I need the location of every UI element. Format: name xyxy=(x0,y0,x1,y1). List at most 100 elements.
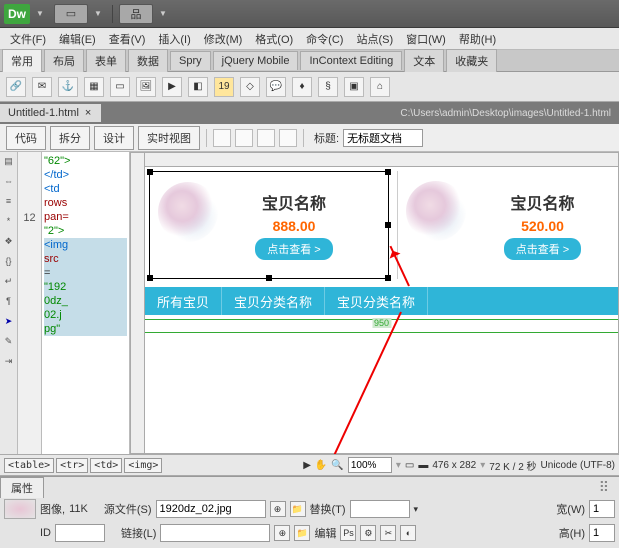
menu-edit[interactable]: 编辑(E) xyxy=(53,29,102,49)
line-numbers-icon[interactable]: ❖ xyxy=(2,234,16,248)
document-toolbar: 代码 拆分 设计 实时视图 标题: xyxy=(0,124,619,152)
tag-icon[interactable]: ⌂ xyxy=(370,77,390,97)
div-icon[interactable]: ▭ xyxy=(110,77,130,97)
chevron-down-icon[interactable]: ▼ xyxy=(159,9,171,18)
viewport-icon[interactable]: ▭ xyxy=(405,460,414,471)
menu-window[interactable]: 窗口(W) xyxy=(400,29,452,49)
menu-help[interactable]: 帮助(H) xyxy=(453,29,502,49)
table-icon[interactable]: ▦ xyxy=(84,77,104,97)
zoom-icon[interactable]: 🔍 xyxy=(331,460,343,471)
menu-file[interactable]: 文件(F) xyxy=(4,29,52,49)
templates-icon[interactable]: ▣ xyxy=(344,77,364,97)
email-icon[interactable]: ✉ xyxy=(32,77,52,97)
browse-folder-icon[interactable]: 📁 xyxy=(294,525,310,541)
highlight-icon[interactable]: {} xyxy=(2,254,16,268)
tab-common[interactable]: 常用 xyxy=(2,49,42,72)
split-view-button[interactable]: 拆分 xyxy=(50,126,90,150)
format-icon[interactable]: ✎ xyxy=(2,334,16,348)
menu-insert[interactable]: 插入(I) xyxy=(152,29,196,49)
menu-site[interactable]: 站点(S) xyxy=(350,29,399,49)
src-input[interactable] xyxy=(156,500,266,518)
edit-ps-icon[interactable]: Ps xyxy=(340,525,356,541)
id-input[interactable] xyxy=(55,524,105,542)
refresh-icon[interactable] xyxy=(279,129,297,147)
live-code-icon[interactable] xyxy=(235,129,253,147)
close-icon[interactable]: × xyxy=(85,107,91,119)
script-icon[interactable]: § xyxy=(318,77,338,97)
inspect-icon[interactable] xyxy=(213,129,231,147)
tab-ice[interactable]: InContext Editing xyxy=(300,51,402,70)
anchor-icon[interactable]: ⚓ xyxy=(58,77,78,97)
paw-icon[interactable]: ⠿ xyxy=(599,479,609,496)
tab-forms[interactable]: 表单 xyxy=(86,49,126,72)
head-icon[interactable]: ♦ xyxy=(292,77,312,97)
browse-folder-icon[interactable]: 📁 xyxy=(290,501,306,517)
product-thumb xyxy=(406,181,466,241)
properties-tab[interactable]: 属性 xyxy=(0,477,44,498)
server-icon[interactable]: ◇ xyxy=(240,77,260,97)
crop-icon[interactable]: ✂ xyxy=(380,525,396,541)
link-input[interactable] xyxy=(160,524,270,542)
tab-data[interactable]: 数据 xyxy=(128,49,168,72)
arrow-icon[interactable]: ➤ xyxy=(2,314,16,328)
point-to-file-icon[interactable]: ⊕ xyxy=(274,525,290,541)
code-view-button[interactable]: 代码 xyxy=(6,126,46,150)
nav-item[interactable]: 宝贝分类名称 xyxy=(325,287,428,315)
tag-table[interactable]: <table> xyxy=(4,458,54,473)
tab-text[interactable]: 文本 xyxy=(404,49,444,72)
point-to-file-icon[interactable]: ⊕ xyxy=(270,501,286,517)
width-input[interactable] xyxy=(589,500,615,518)
menu-commands[interactable]: 命令(C) xyxy=(300,29,349,49)
tag-tr[interactable]: <tr> xyxy=(56,458,88,473)
hand-icon[interactable]: ✋ xyxy=(315,460,327,471)
layout-switch-button[interactable]: ▭ xyxy=(54,4,88,24)
pointer-icon[interactable]: ▶ xyxy=(303,460,311,471)
menu-modify[interactable]: 修改(M) xyxy=(198,29,249,49)
syntax-icon[interactable]: ¶ xyxy=(2,294,16,308)
date-icon[interactable]: 19 xyxy=(214,77,234,97)
menu-format[interactable]: 格式(O) xyxy=(249,29,299,49)
resample-icon[interactable]: ◐ xyxy=(400,525,416,541)
view-button[interactable]: 点击查看 > xyxy=(255,238,332,260)
zoom-input[interactable] xyxy=(348,457,392,473)
chevron-down-icon[interactable]: ▼ xyxy=(94,9,106,18)
hyperlink-icon[interactable]: 🔗 xyxy=(6,77,26,97)
live-view-button[interactable]: 实时视图 xyxy=(138,126,200,150)
tab-spry[interactable]: Spry xyxy=(170,51,211,70)
media-icon[interactable]: ▶ xyxy=(162,77,182,97)
design-view[interactable]: 宝贝名称 888.00 点击查看 > 宝贝名称 520.00 点击查看 > xyxy=(130,152,619,454)
menu-view[interactable]: 查看(V) xyxy=(103,29,152,49)
tab-jquery[interactable]: jQuery Mobile xyxy=(213,51,299,70)
tab-fav[interactable]: 收藏夹 xyxy=(446,49,497,72)
select-parent-icon[interactable]: * xyxy=(2,214,16,228)
screen-icon[interactable]: ▬ xyxy=(418,460,428,471)
height-input[interactable] xyxy=(589,524,615,542)
browser-nav-icon[interactable] xyxy=(257,129,275,147)
design-view-button[interactable]: 设计 xyxy=(94,126,134,150)
title-input[interactable] xyxy=(343,129,423,147)
open-docs-icon[interactable]: ▤ xyxy=(2,154,16,168)
image-icon[interactable]: 🖼 xyxy=(136,77,156,97)
tag-td[interactable]: <td> xyxy=(90,458,122,473)
tag-img[interactable]: <img> xyxy=(124,458,162,473)
word-wrap-icon[interactable]: ↵ xyxy=(2,274,16,288)
tag-selector-bar: <table> <tr> <td> <img> ▶ ✋ 🔍 ▾ ▭ ▬ 476 … xyxy=(0,454,619,476)
selected-image[interactable]: 宝贝名称 888.00 点击查看 > xyxy=(149,171,389,279)
code-column[interactable]: "62"> </td> <td rows pan= "2"> <img src … xyxy=(42,152,130,454)
edit-settings-icon[interactable]: ⚙ xyxy=(360,525,376,541)
indent-icon[interactable]: ⇥ xyxy=(2,354,16,368)
view-button[interactable]: 点击查看 > xyxy=(504,238,581,260)
nav-item[interactable]: 宝贝分类名称 xyxy=(222,287,325,315)
nav-item[interactable]: 所有宝贝 xyxy=(145,287,222,315)
comment-icon[interactable]: 💬 xyxy=(266,77,286,97)
chevron-down-icon[interactable]: ▼ xyxy=(36,9,48,18)
expand-icon[interactable]: ≡ xyxy=(2,194,16,208)
alt-input[interactable] xyxy=(350,500,410,518)
ruler-vertical xyxy=(131,153,145,453)
window-size: 476 x 282 xyxy=(432,460,476,471)
widget-icon[interactable]: ◧ xyxy=(188,77,208,97)
workspace-button[interactable]: 品 xyxy=(119,4,153,24)
tab-layout[interactable]: 布局 xyxy=(44,49,84,72)
document-tab[interactable]: Untitled-1.html × xyxy=(0,104,101,122)
collapse-icon[interactable]: ⇔ xyxy=(2,174,16,188)
